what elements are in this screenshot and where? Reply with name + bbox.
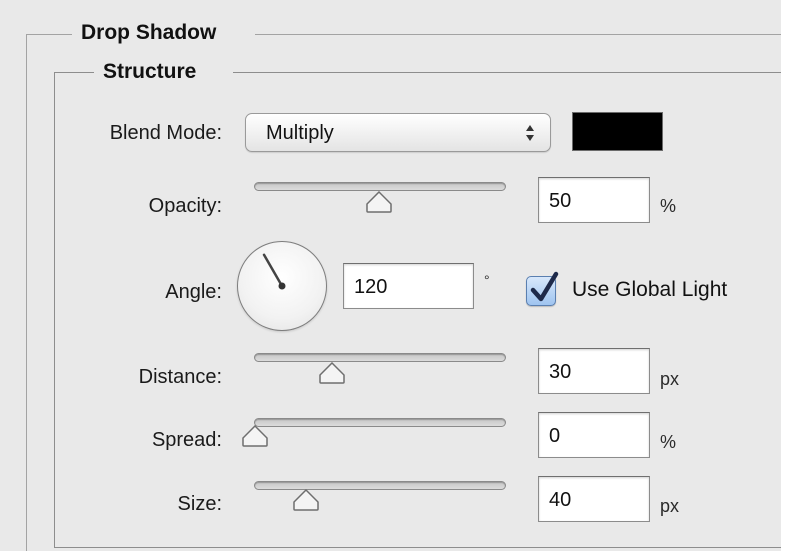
structure-frame-bottom [54, 547, 781, 548]
blend-mode-select[interactable]: Multiply [245, 113, 551, 152]
spread-slider-track[interactable] [254, 418, 506, 427]
drop-shadow-panel: Drop Shadow Structure Blend Mode: Multip… [0, 0, 791, 558]
opacity-input[interactable]: 50 [538, 177, 650, 223]
drop-shadow-frame-top-left [26, 34, 76, 35]
distance-slider-thumb[interactable] [318, 362, 346, 384]
distance-input[interactable]: 30 [538, 348, 650, 394]
opacity-label: Opacity: [148, 195, 222, 217]
distance-unit: px [660, 369, 680, 389]
size-unit: px [660, 496, 680, 516]
size-input[interactable]: 40 [538, 476, 650, 522]
blend-mode-value: Multiply [266, 122, 334, 144]
blend-mode-label: Blend Mode: [109, 122, 222, 144]
checkmark-icon [530, 271, 559, 302]
angle-input[interactable]: 120 [343, 263, 474, 309]
opacity-slider-track[interactable] [254, 182, 506, 191]
angle-dial[interactable] [237, 241, 327, 331]
spread-input[interactable]: 0 [538, 412, 650, 458]
shadow-color-swatch[interactable] [572, 112, 663, 151]
size-slider-thumb[interactable] [292, 489, 320, 511]
use-global-light-label[interactable]: Use Global Light [572, 278, 727, 302]
right-margin [781, 0, 791, 558]
spread-slider-thumb[interactable] [241, 425, 269, 447]
structure-frame-top-left [54, 72, 94, 73]
bottom-margin [0, 551, 791, 558]
opacity-unit: % [660, 196, 677, 216]
updown-arrows-icon [525, 123, 535, 143]
drop-shadow-frame-top-right [255, 34, 781, 35]
drop-shadow-frame-left [26, 34, 27, 554]
structure-legend: Structure [94, 60, 206, 84]
structure-frame-left [54, 72, 55, 548]
spread-unit: % [660, 432, 677, 452]
drop-shadow-legend: Drop Shadow [72, 21, 226, 45]
opacity-slider-thumb[interactable] [365, 191, 393, 213]
angle-unit: ° [484, 272, 490, 288]
size-label: Size: [177, 493, 222, 515]
angle-label: Angle: [165, 281, 222, 303]
angle-dial-graphic [262, 253, 286, 290]
spread-label: Spread: [151, 429, 222, 451]
structure-frame-top-right [233, 72, 781, 73]
distance-slider-track[interactable] [254, 353, 506, 362]
use-global-light-checkbox[interactable] [526, 271, 559, 306]
distance-label: Distance: [138, 366, 222, 388]
